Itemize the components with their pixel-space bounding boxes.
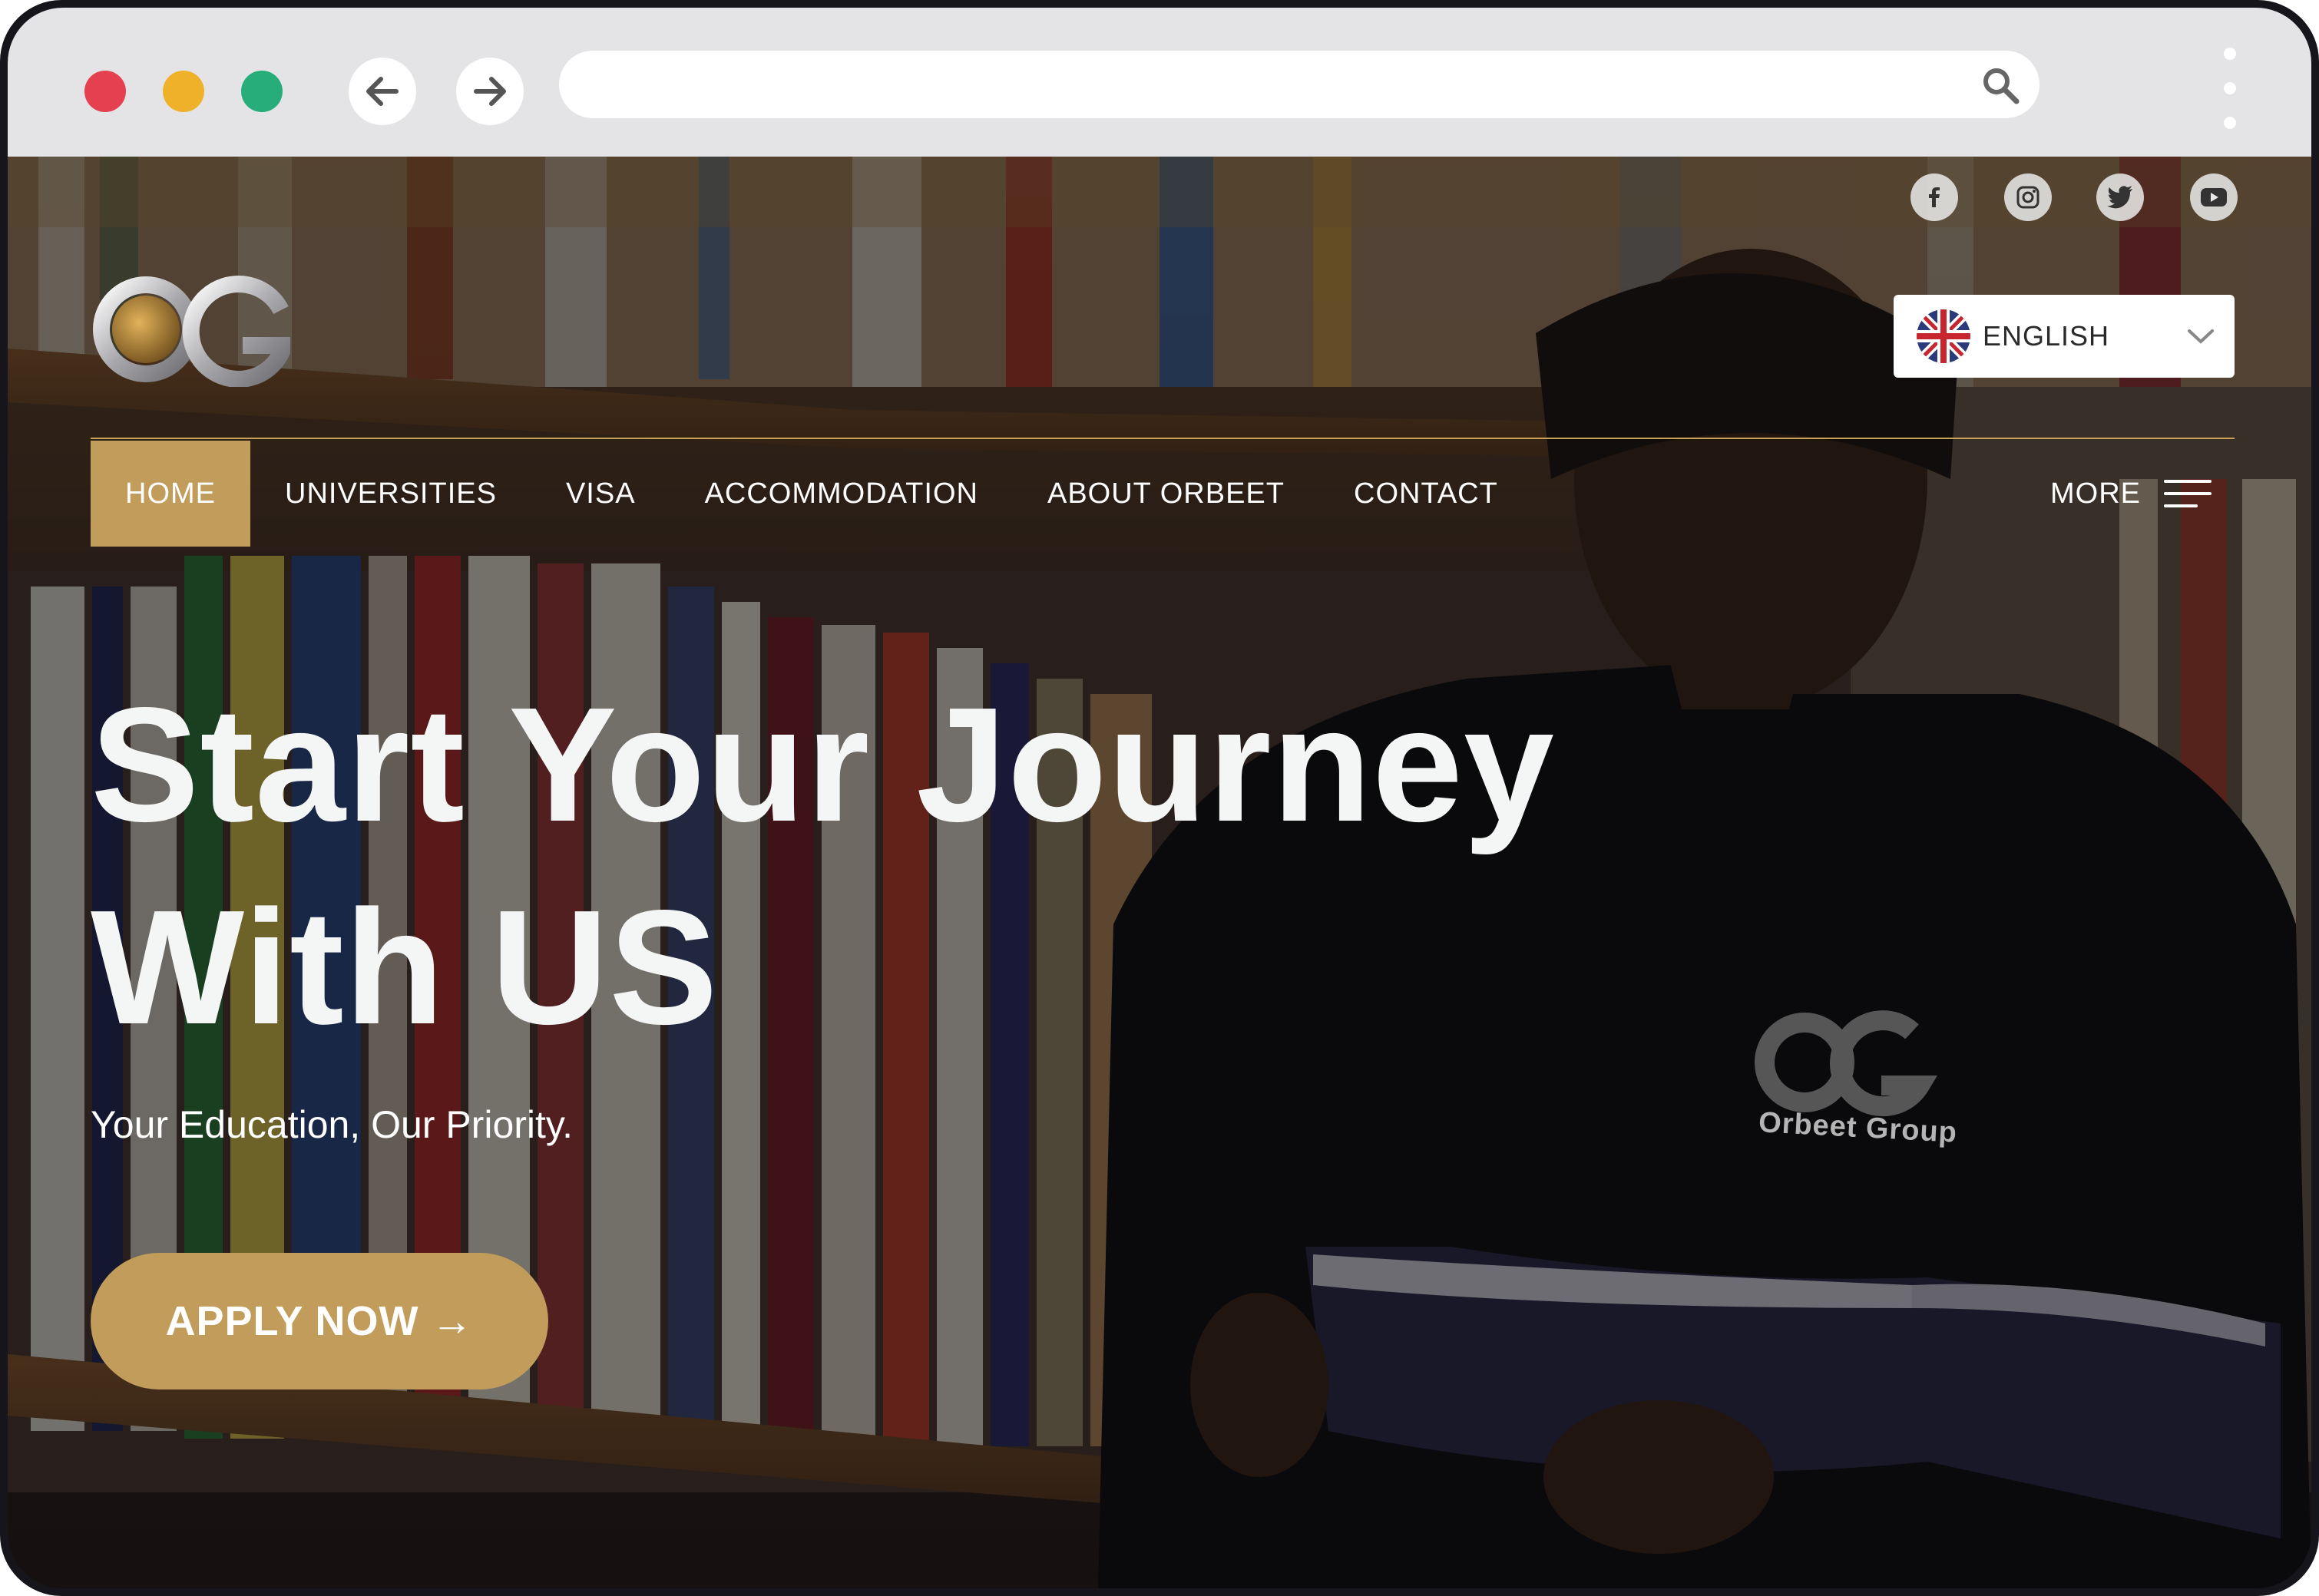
nav-universities[interactable]: UNIVERSITIES xyxy=(250,441,531,547)
hero-title: Start Your Journey With US xyxy=(91,663,1626,1069)
header-divider xyxy=(91,438,2235,439)
browser-menu-icon[interactable] xyxy=(2222,48,2238,129)
arrow-right-icon xyxy=(474,77,506,106)
language-selector[interactable]: ENGLISH xyxy=(1894,295,2235,378)
browser-window: Orbeet Group ENGLISH HOME UNIVERSITIES V… xyxy=(8,8,2311,1588)
device-frame: Orbeet Group ENGLISH HOME UNIVERSITIES V… xyxy=(0,0,2319,1596)
chevron-down-icon xyxy=(2188,329,2214,344)
nav-contact[interactable]: CONTACT xyxy=(1319,441,1533,547)
twitter-icon xyxy=(2107,186,2132,209)
hero-title-line-2: With US xyxy=(91,876,719,1058)
hamburger-icon xyxy=(2164,480,2211,507)
facebook-icon xyxy=(1929,187,1940,207)
language-label: ENGLISH xyxy=(1983,320,2110,352)
window-close-button[interactable] xyxy=(84,71,126,112)
instagram-link[interactable] xyxy=(2004,173,2052,221)
hero-subtitle: Your Education, Our Priority. xyxy=(91,1103,574,1146)
youtube-icon xyxy=(2201,188,2227,207)
nav-visa[interactable]: VISA xyxy=(531,441,670,547)
search-icon[interactable] xyxy=(1980,64,2021,106)
uk-flag-icon xyxy=(1917,309,1970,363)
youtube-link[interactable] xyxy=(2190,173,2238,221)
more-label: MORE xyxy=(2050,477,2141,510)
nav-accommodation[interactable]: ACCOMMODATION xyxy=(670,441,1013,547)
window-minimize-button[interactable] xyxy=(163,71,204,112)
apply-now-button[interactable]: APPLY NOW → xyxy=(91,1253,548,1389)
top-social-bar xyxy=(8,157,2311,227)
window-zoom-button[interactable] xyxy=(241,71,283,112)
facebook-link[interactable] xyxy=(1910,173,1958,221)
nav-home[interactable]: HOME xyxy=(91,441,250,547)
main-nav: HOME UNIVERSITIES VISA ACCOMMODATION ABO… xyxy=(91,441,1533,547)
hero-section: Orbeet Group ENGLISH HOME UNIVERSITIES V… xyxy=(8,157,2311,1588)
browser-toolbar xyxy=(8,8,2311,157)
nav-about-orbeet[interactable]: ABOUT ORBEET xyxy=(1013,441,1319,547)
address-bar[interactable] xyxy=(559,51,2039,118)
hero-title-line-1: Start Your Journey xyxy=(91,673,1555,855)
forward-button[interactable] xyxy=(456,58,524,125)
orbeet-logo[interactable] xyxy=(91,272,290,387)
instagram-icon xyxy=(2016,186,2039,209)
more-menu-button[interactable]: MORE xyxy=(2050,441,2211,547)
arrow-left-icon xyxy=(366,77,399,106)
twitter-link[interactable] xyxy=(2096,173,2144,221)
back-button[interactable] xyxy=(349,58,416,125)
